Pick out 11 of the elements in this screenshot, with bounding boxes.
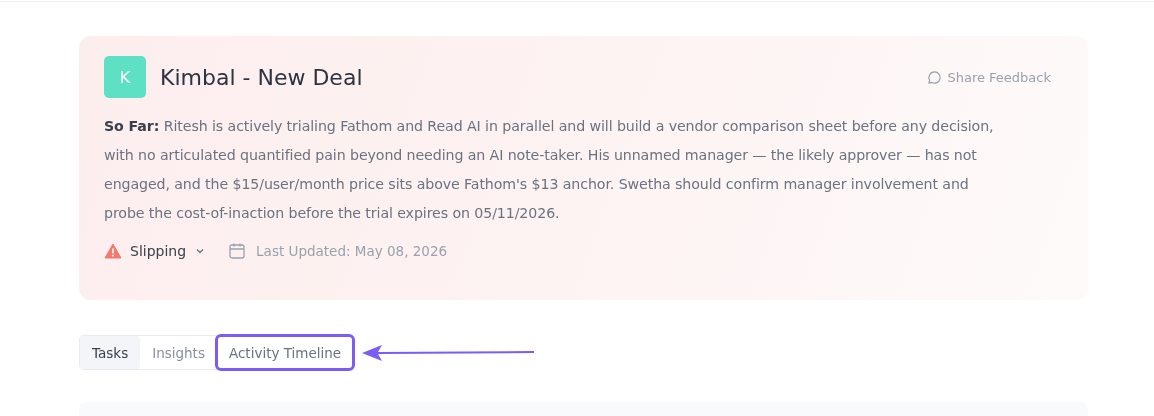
- calendar-icon: [228, 242, 247, 260]
- tab[interactable]: Tasks: [80, 336, 141, 369]
- deal-summary: So Far: Ritesh is actively trialing Fathom and Read AI in parallel and will build a vendor comparison sheet before any decision, with no articulated quantified pain beyond needing an AI note-taker. His unnamed manager — the likely approver — has not engaged, and the $15/user/month price sits above Fathom's $13 anchor. Swetha should confirm manager involvement and probe the cost-of-inaction before the trial expires on 05/11/2026.: [104, 117, 995, 223]
- tab[interactable]: Activity Timeline: [216, 336, 354, 369]
- deal-title: Kimbal - New Deal: [160, 64, 364, 90]
- status-dropdown[interactable]: Slipping: [104, 243, 207, 259]
- chat-bubble-icon: [927, 69, 943, 85]
- warning-icon: [104, 243, 122, 259]
- share-feedback-button[interactable]: Share Feedback: [927, 69, 1051, 85]
- last-updated: Last Updated: May 08, 2026: [256, 243, 448, 259]
- avatar: K: [104, 56, 146, 98]
